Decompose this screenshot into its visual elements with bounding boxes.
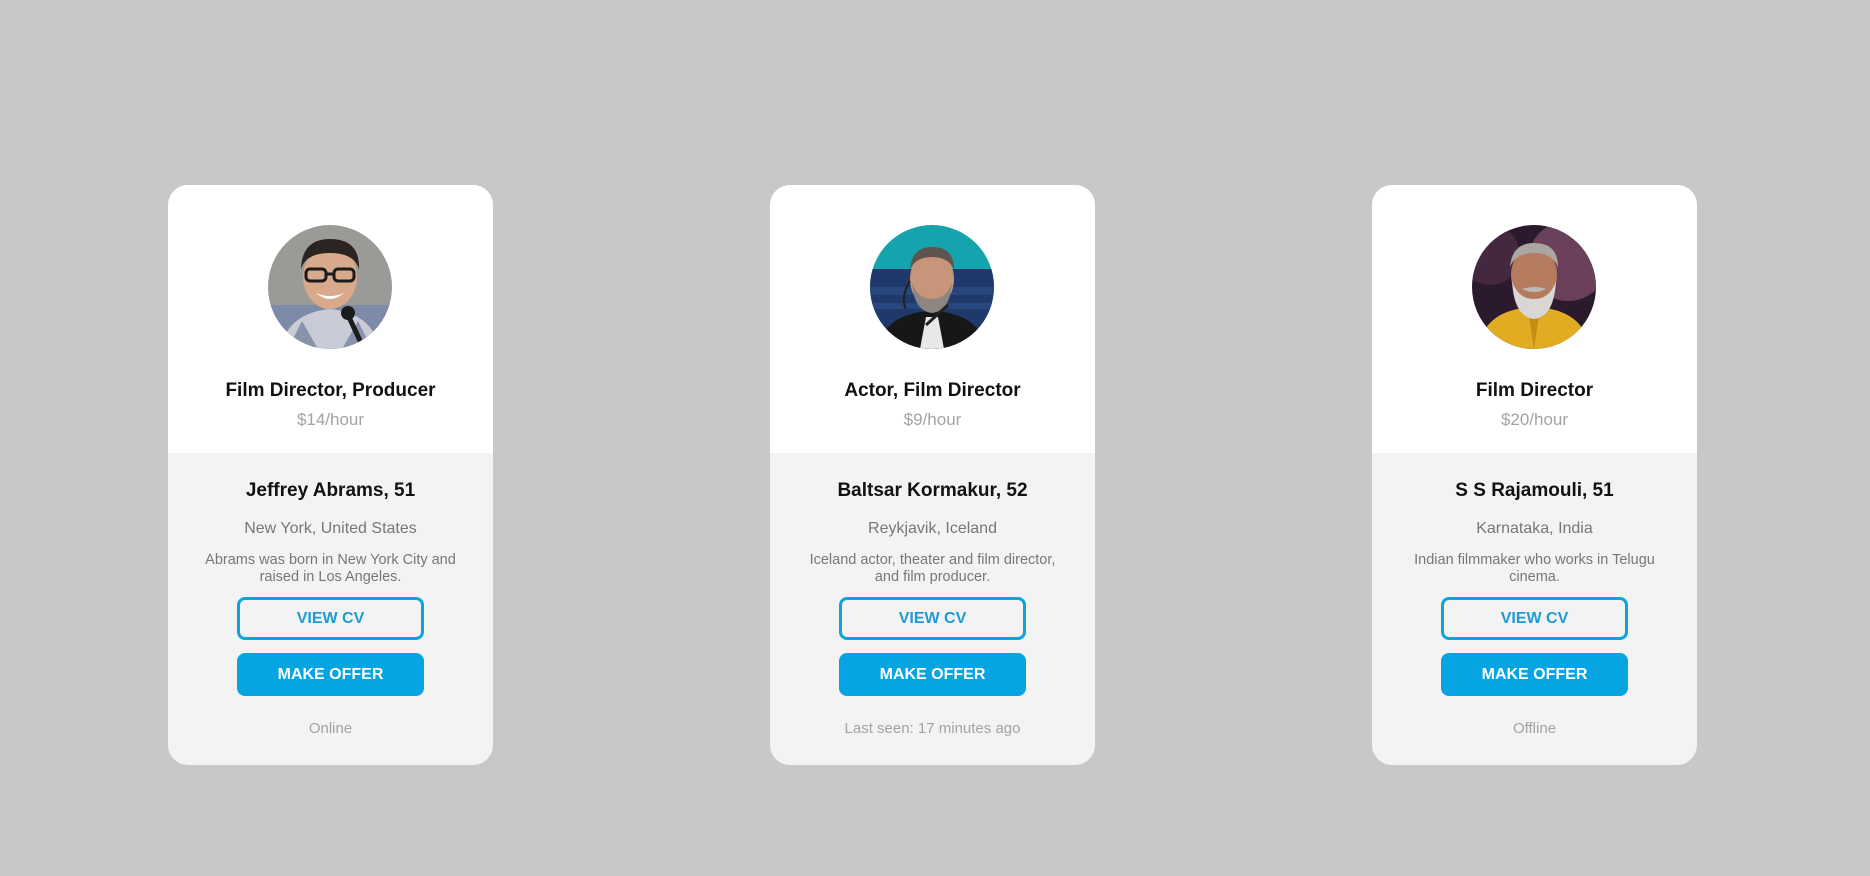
avatar — [870, 225, 994, 349]
card-body: Baltsar Kormakur, 52 Reykjavik, Iceland … — [770, 453, 1095, 765]
card-header: Actor, Film Director $9/hour — [770, 185, 1095, 453]
view-cv-button[interactable]: VIEW CV — [1441, 597, 1628, 640]
status-text: Last seen: 17 minutes ago — [844, 720, 1021, 737]
person-bio: Abrams was born in New York City and rai… — [205, 552, 456, 585]
role-title: Film Director — [1475, 380, 1594, 401]
role-title: Film Director, Producer — [225, 380, 436, 401]
status-text: Online — [308, 720, 353, 737]
card-body: S S Rajamouli, 51 Karnataka, India India… — [1372, 453, 1697, 765]
person-name: Baltsar Kormakur, 52 — [837, 480, 1028, 501]
role-title: Actor, Film Director — [844, 380, 1021, 401]
avatar-photo — [1472, 225, 1596, 349]
avatar — [268, 225, 392, 349]
view-cv-button[interactable]: VIEW CV — [839, 597, 1026, 640]
avatar-photo — [268, 225, 392, 349]
avatar — [1472, 225, 1596, 349]
make-offer-button[interactable]: MAKE OFFER — [237, 653, 424, 696]
card-header: Film Director $20/hour — [1372, 185, 1697, 453]
avatar-photo — [870, 225, 994, 349]
person-bio: Indian filmmaker who works in Telugu cin… — [1414, 552, 1655, 585]
person-location: New York, United States — [244, 520, 417, 537]
profile-card-ss-rajamouli: Film Director $20/hour S S Rajamouli, 51… — [1372, 185, 1697, 765]
person-location: Reykjavik, Iceland — [868, 520, 997, 537]
person-name: Jeffrey Abrams, 51 — [245, 480, 416, 501]
person-bio: Iceland actor, theater and film director… — [809, 552, 1056, 585]
card-body: Jeffrey Abrams, 51 New York, United Stat… — [168, 453, 493, 765]
person-location: Karnataka, India — [1476, 520, 1593, 537]
hourly-rate: $14/hour — [296, 410, 365, 429]
make-offer-button[interactable]: MAKE OFFER — [839, 653, 1026, 696]
view-cv-button[interactable]: VIEW CV — [237, 597, 424, 640]
person-name: S S Rajamouli, 51 — [1455, 480, 1614, 501]
hourly-rate: $20/hour — [1500, 410, 1569, 429]
card-header: Film Director, Producer $14/hour — [168, 185, 493, 453]
status-text: Offline — [1512, 720, 1557, 737]
profile-card-baltsar-kormakur: Actor, Film Director $9/hour Baltsar Kor… — [770, 185, 1095, 765]
make-offer-button[interactable]: MAKE OFFER — [1441, 653, 1628, 696]
profile-card-jeffrey-abrams: Film Director, Producer $14/hour Jeffrey… — [168, 185, 493, 765]
hourly-rate: $9/hour — [903, 410, 962, 429]
